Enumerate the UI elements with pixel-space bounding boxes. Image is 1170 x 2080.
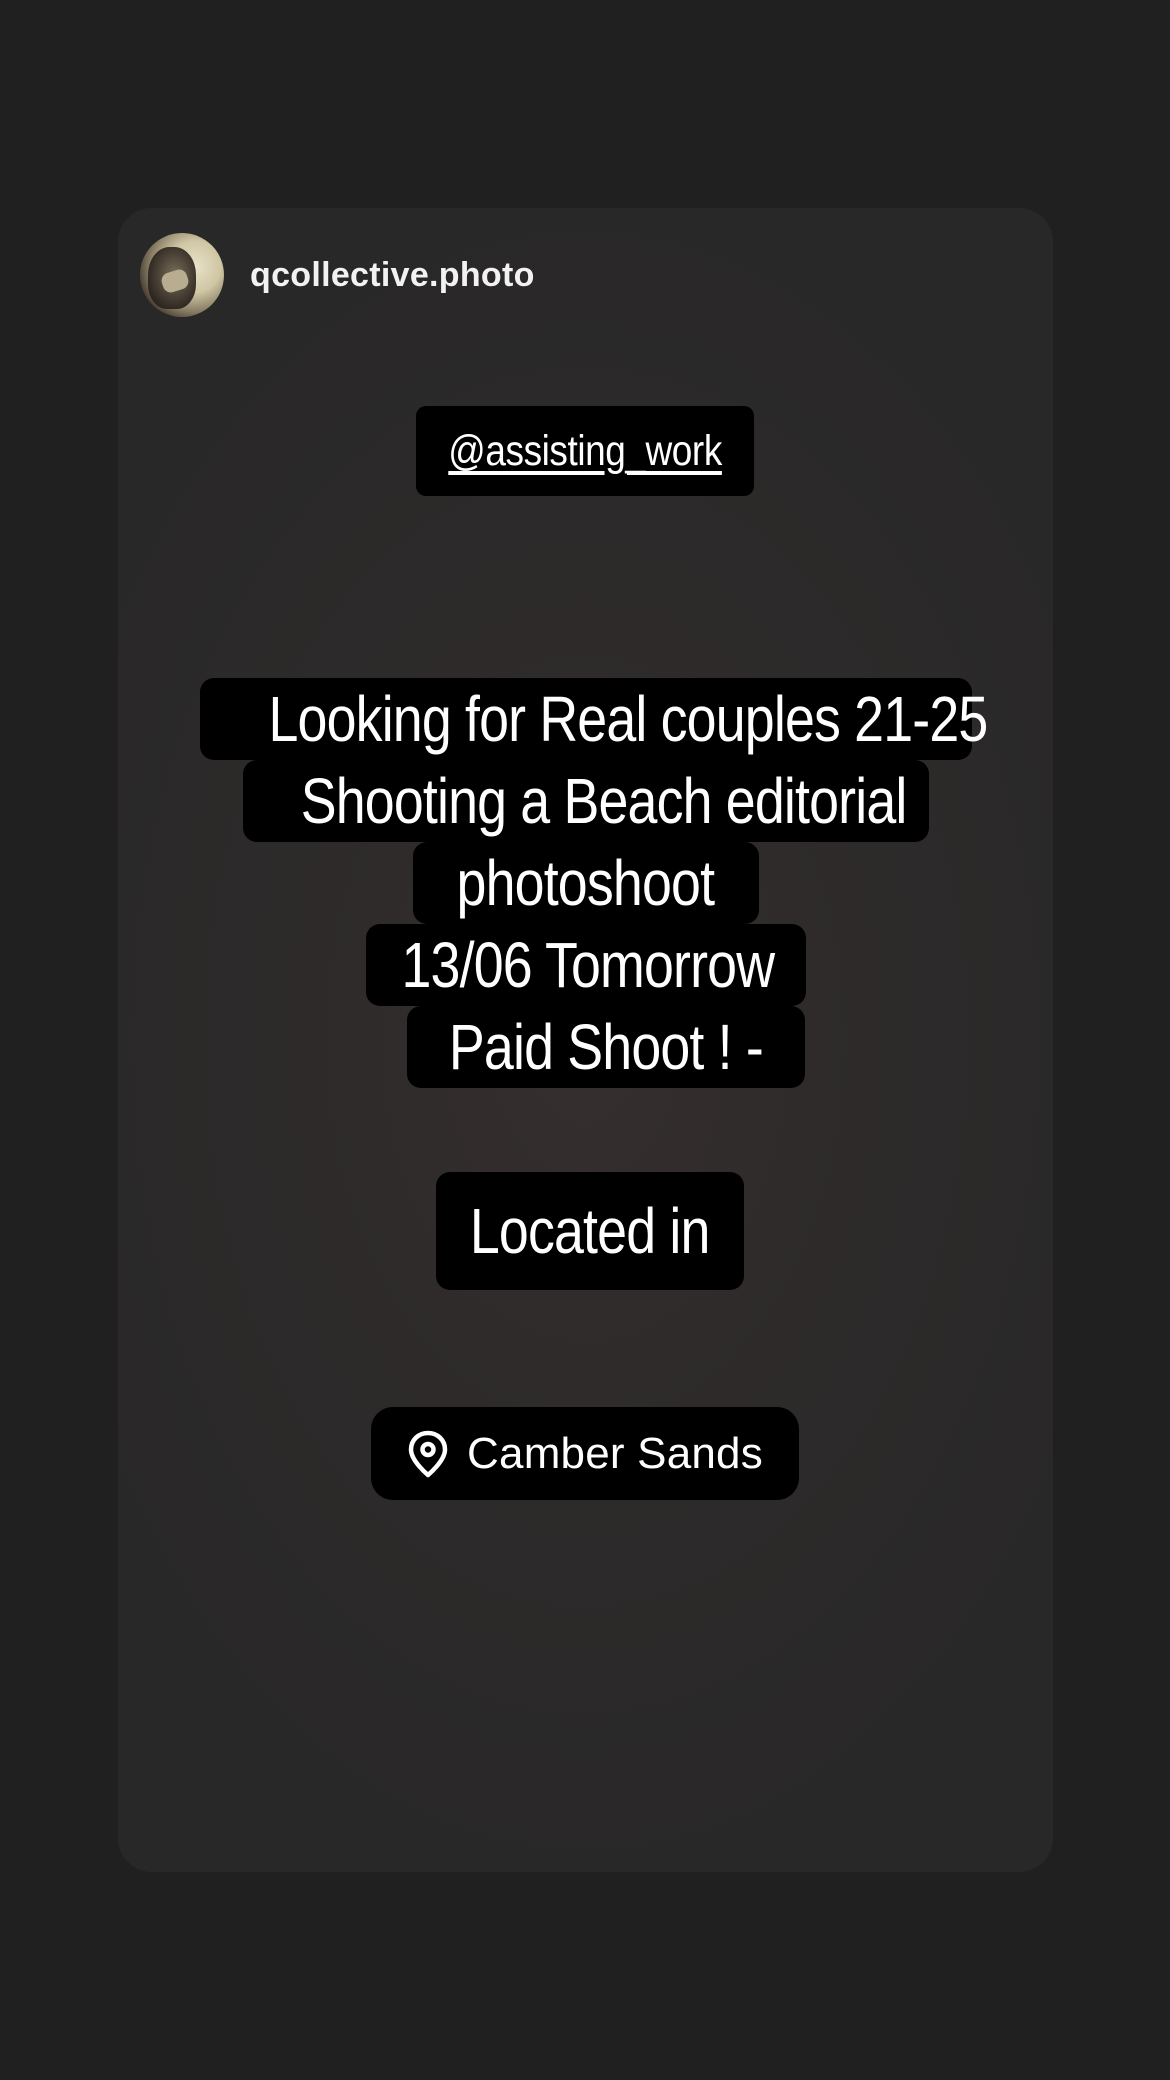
text-line-label: 13/06 Tomorrow xyxy=(400,929,775,1001)
text-line: photoshoot xyxy=(412,842,759,924)
text-line: Paid Shoot ! - xyxy=(406,1006,805,1088)
location-sticker[interactable]: Camber Sands xyxy=(371,1407,799,1500)
story-header: qcollective.photo xyxy=(140,232,535,318)
located-in-label: Located in xyxy=(470,1195,711,1267)
username[interactable]: qcollective.photo xyxy=(250,256,535,295)
location-name: Camber Sands xyxy=(467,1428,763,1478)
text-line-label: Paid Shoot ! - xyxy=(448,1011,764,1083)
mention-text: @assisting_work xyxy=(448,426,722,475)
text-line: Looking for Real couples 21-25 xyxy=(199,678,988,760)
text-line: Shooting a Beach editorial xyxy=(242,760,929,842)
text-line-label: photoshoot xyxy=(456,847,715,919)
mention-sticker[interactable]: @assisting_work xyxy=(416,406,754,496)
text-line: 13/06 Tomorrow xyxy=(365,924,806,1006)
main-text-sticker: Looking for Real couples 21-25 Shooting … xyxy=(118,678,1053,1088)
text-line-label: Shooting a Beach editorial xyxy=(300,765,907,837)
located-in-sticker: Located in xyxy=(436,1172,744,1290)
avatar[interactable] xyxy=(140,233,224,317)
text-line-label: Looking for Real couples 21-25 xyxy=(267,683,988,755)
story-card: qcollective.photo @assisting_work Lookin… xyxy=(118,208,1053,1872)
location-pin-icon xyxy=(407,1430,449,1478)
